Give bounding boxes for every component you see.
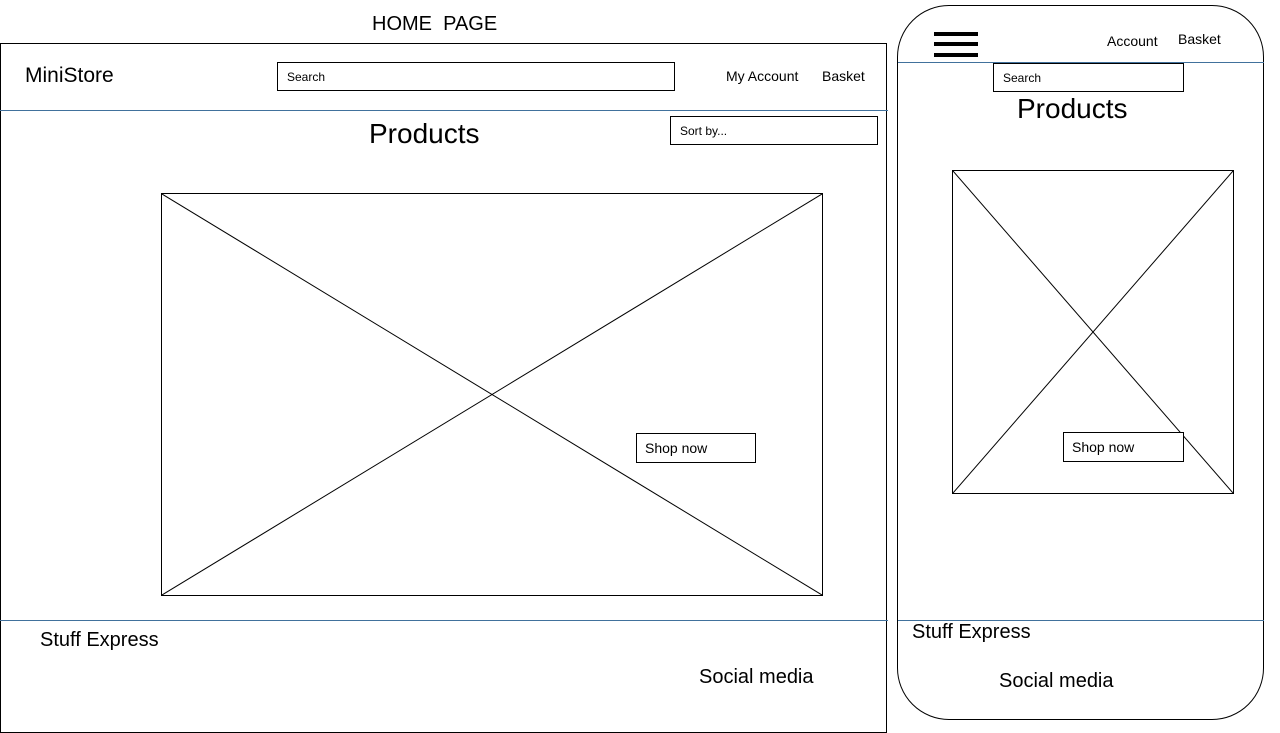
- hamburger-menu-icon[interactable]: [934, 30, 978, 60]
- desktop-footer-brand: Stuff Express: [40, 629, 159, 651]
- desktop-shop-now-label: Shop now: [645, 440, 708, 456]
- desktop-header-divider: [0, 110, 888, 111]
- mobile-nav-account[interactable]: Account: [1107, 32, 1158, 50]
- desktop-footer-divider: [0, 620, 888, 621]
- mobile-footer-social[interactable]: Social media: [999, 669, 1114, 693]
- desktop-nav-my-account[interactable]: My Account: [726, 67, 798, 85]
- mobile-nav-basket[interactable]: Basket: [1178, 30, 1221, 48]
- desktop-shop-now-button[interactable]: Shop now: [636, 433, 756, 463]
- image-placeholder-icon: [162, 194, 822, 595]
- mobile-shop-now-button[interactable]: Shop now: [1063, 432, 1184, 462]
- page-title: HOME PAGE: [372, 13, 498, 35]
- desktop-sort-select[interactable]: Sort by...: [670, 116, 878, 145]
- desktop-sort-placeholder: Sort by...: [680, 123, 728, 138]
- desktop-logo[interactable]: MiniStore: [25, 63, 114, 89]
- desktop-footer-social[interactable]: Social media: [699, 665, 814, 689]
- mobile-products-title: Products: [1017, 93, 1128, 124]
- desktop-nav-basket[interactable]: Basket: [822, 67, 865, 85]
- mobile-search-placeholder: Search: [1003, 70, 1042, 85]
- desktop-products-title: Products: [369, 118, 480, 149]
- mobile-shop-now-label: Shop now: [1072, 439, 1135, 455]
- mobile-search-input[interactable]: Search: [993, 63, 1184, 92]
- desktop-hero-image: [161, 193, 823, 596]
- mobile-footer-brand: Stuff Express: [912, 621, 1031, 643]
- desktop-search-input[interactable]: Search: [277, 62, 675, 91]
- desktop-search-placeholder: Search: [287, 69, 326, 84]
